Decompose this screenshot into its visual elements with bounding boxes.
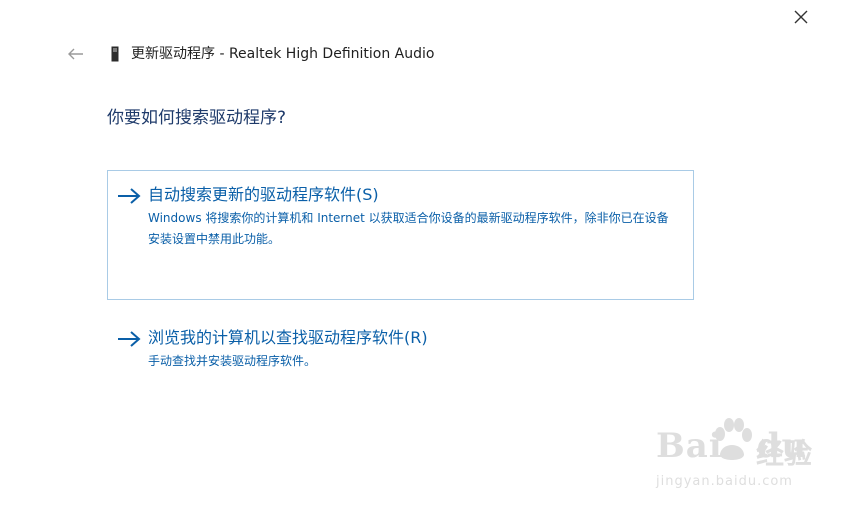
option-browse-computer-title: 浏览我的计算机以查找驱动程序软件(R) bbox=[148, 328, 428, 347]
back-button[interactable] bbox=[64, 42, 88, 66]
option-auto-search-title: 自动搜索更新的驱动程序软件(S) bbox=[148, 185, 379, 204]
device-icon bbox=[111, 46, 119, 62]
close-icon bbox=[794, 10, 808, 24]
option-browse-computer[interactable]: 浏览我的计算机以查找驱动程序软件(R) 手动查找并安装驱动程序软件。 bbox=[107, 320, 694, 376]
option-browse-computer-description: 手动查找并安装驱动程序软件。 bbox=[148, 354, 317, 368]
paw-logo-icon bbox=[715, 418, 752, 460]
arrow-right-icon bbox=[118, 188, 141, 204]
option-auto-search-description: Windows 将搜索你的计算机和 Internet 以获取适合你设备的最新驱动… bbox=[148, 211, 669, 246]
baidu-jingyan-watermark: Bai du 经验 jingyan.baidu.com bbox=[656, 418, 846, 498]
arrow-right-icon bbox=[118, 331, 141, 347]
option-auto-search[interactable]: 自动搜索更新的驱动程序软件(S) Windows 将搜索你的计算机和 Inter… bbox=[107, 170, 694, 300]
close-button[interactable] bbox=[786, 2, 816, 32]
dialog-title: 更新驱动程序 - Realtek High Definition Audio bbox=[131, 46, 435, 62]
watermark-url: jingyan.baidu.com bbox=[656, 474, 793, 489]
search-question-heading: 你要如何搜索驱动程序? bbox=[107, 108, 287, 128]
back-arrow-icon bbox=[68, 48, 83, 60]
watermark-brand-cn: 经验 bbox=[756, 437, 813, 470]
